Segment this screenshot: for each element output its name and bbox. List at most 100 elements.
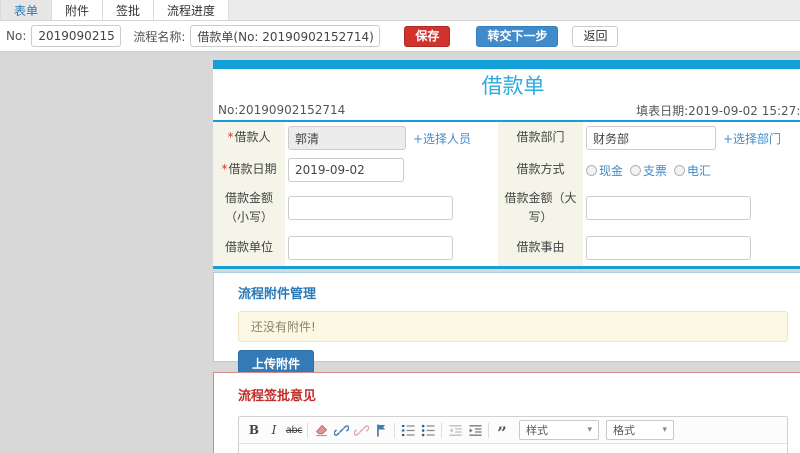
back-button[interactable]: 返回 (572, 25, 619, 47)
remove-format-button[interactable] (311, 421, 331, 439)
link-icon (333, 424, 349, 436)
loan-form-panel: 借款单 No:20190902152714 填表日期:2019-09-02 15… (213, 60, 800, 269)
loan-reason-cell (583, 230, 800, 266)
no-attachments-text: 还没有附件! (251, 320, 316, 334)
form-meta-row: No:20190902152714 填表日期:2019-09-02 15:27:… (213, 100, 800, 122)
loan-unit-label: 借款单位 (213, 230, 285, 266)
toolbar-separator (307, 422, 308, 438)
indent-button[interactable] (465, 421, 485, 439)
toolbar-separator (488, 422, 489, 438)
remove-format-icon (315, 424, 327, 436)
panel-accent-bar (213, 60, 800, 69)
loan-method-cell: 现金 支票 电汇 (583, 154, 800, 186)
loan-unit-cell (285, 230, 498, 266)
loan-unit-input[interactable] (288, 236, 453, 260)
select-person-link[interactable]: +选择人员 (413, 130, 471, 147)
outdent-icon (448, 424, 462, 436)
save-button[interactable]: 保存 (404, 25, 451, 47)
department-input[interactable] (586, 126, 716, 150)
department-label: 借款部门 (498, 122, 583, 154)
borrower-cell: +选择人员 (285, 122, 498, 154)
bulleted-list-icon (421, 424, 435, 436)
no-label: No: (6, 29, 27, 43)
action-toolbar: No: 流程名称: 保存 转交下一步 返回 (0, 21, 800, 52)
tab-attachments[interactable]: 附件 (52, 0, 104, 20)
editor-toolbar: B I abc ” 样式 ▾ 格式 ▾ (239, 417, 787, 444)
styles-dropdown-label: 样式 (526, 424, 548, 437)
bulleted-list-button[interactable] (418, 421, 438, 439)
tab-approval[interactable]: 签批 (103, 0, 155, 20)
radio-cash-label: 现金 (599, 163, 624, 178)
anchor-button[interactable] (371, 421, 391, 439)
attachments-title: 流程附件管理 (238, 287, 317, 302)
department-label-text: 借款部门 (516, 130, 565, 145)
radio-cheque[interactable]: 支票 (630, 162, 667, 179)
loan-reason-label: 借款事由 (498, 230, 583, 266)
next-step-button[interactable]: 转交下一步 (476, 25, 559, 47)
borrower-input[interactable] (288, 126, 406, 150)
radio-cheque-label: 支票 (643, 163, 668, 178)
required-mark: * (221, 162, 228, 177)
attachments-section: 流程附件管理 还没有附件! 上传附件 (213, 272, 800, 377)
loan-date-label-text: 借款日期 (228, 162, 277, 177)
blockquote-button[interactable]: ” (492, 421, 512, 443)
form-no-text: No:20190902152714 (218, 103, 346, 117)
amount-lowercase-label-text: 借款金额（小写） (224, 190, 273, 224)
loan-date-label: * 借款日期 (213, 154, 285, 186)
format-dropdown-label: 格式 (613, 424, 635, 437)
indent-icon (468, 424, 482, 436)
tab-process-progress[interactable]: 流程进度 (154, 0, 230, 20)
select-department-link[interactable]: +选择部门 (723, 130, 781, 147)
borrower-label-text: 借款人 (234, 130, 271, 145)
amount-lowercase-label: 借款金额（小写） (213, 186, 285, 230)
loan-method-label: 借款方式 (498, 154, 583, 186)
required-mark: * (227, 130, 234, 145)
loan-date-cell (285, 154, 498, 186)
caret-down-icon: ▾ (587, 425, 592, 435)
radio-wire-transfer[interactable]: 电汇 (674, 162, 711, 179)
no-attachments-alert: 还没有附件! (238, 311, 788, 342)
loan-reason-label-text: 借款事由 (516, 240, 565, 255)
amount-uppercase-input[interactable] (586, 196, 751, 220)
loan-date-input[interactable] (288, 158, 404, 182)
no-input[interactable] (31, 25, 122, 47)
format-dropdown[interactable]: 格式 ▾ (606, 420, 674, 440)
link-button[interactable] (331, 421, 351, 439)
form-date-text: 填表日期:2019-09-02 15:27:1 (636, 103, 800, 118)
italic-button[interactable]: I (264, 421, 284, 439)
loan-reason-input[interactable] (586, 236, 751, 260)
amount-lowercase-cell (285, 186, 498, 230)
process-name-input[interactable] (190, 25, 381, 47)
radio-wire-transfer-label: 电汇 (687, 163, 712, 178)
amount-uppercase-cell (583, 186, 800, 230)
tab-bar: 表单 附件 签批 流程进度 (0, 0, 800, 21)
form-grid: *借款人 +选择人员 借款部门 +选择部门 *借款日期 借款方式 (213, 122, 800, 266)
unlink-button[interactable] (351, 421, 371, 439)
page: 表单 附件 签批 流程进度 No: 流程名称: 保存 转交下一步 返回 借款单 … (0, 0, 800, 453)
outdent-button[interactable] (445, 421, 465, 439)
amount-uppercase-label: 借款金额（大写） (498, 186, 583, 230)
process-name-label: 流程名称: (133, 29, 186, 44)
editor-content-area[interactable] (239, 444, 787, 453)
radio-circle-icon (630, 164, 642, 176)
numbered-list-button[interactable] (398, 421, 418, 439)
toolbar-separator (394, 422, 395, 438)
department-cell: +选择部门 (583, 122, 800, 154)
bold-button[interactable]: B (244, 421, 264, 439)
loan-unit-label-text: 借款单位 (224, 240, 273, 255)
unlink-icon (353, 424, 369, 436)
caret-down-icon: ▾ (662, 425, 667, 435)
numbered-list-icon (401, 424, 415, 436)
rich-text-editor: B I abc ” 样式 ▾ 格式 ▾ (238, 416, 788, 453)
form-title: 借款单 (481, 73, 545, 98)
amount-lowercase-input[interactable] (288, 196, 453, 220)
radio-circle-icon (674, 164, 686, 176)
radio-cash[interactable]: 现金 (586, 162, 623, 179)
toolbar-separator (441, 422, 442, 438)
strikethrough-button[interactable]: abc (284, 421, 304, 439)
borrower-label: * 借款人 (213, 122, 285, 154)
tab-form[interactable]: 表单 (0, 0, 53, 20)
flag-icon (376, 424, 385, 436)
styles-dropdown[interactable]: 样式 ▾ (519, 420, 599, 440)
approval-section: 流程签批意见 B I abc ” 样式 ▾ 格式 ▾ (213, 372, 800, 453)
